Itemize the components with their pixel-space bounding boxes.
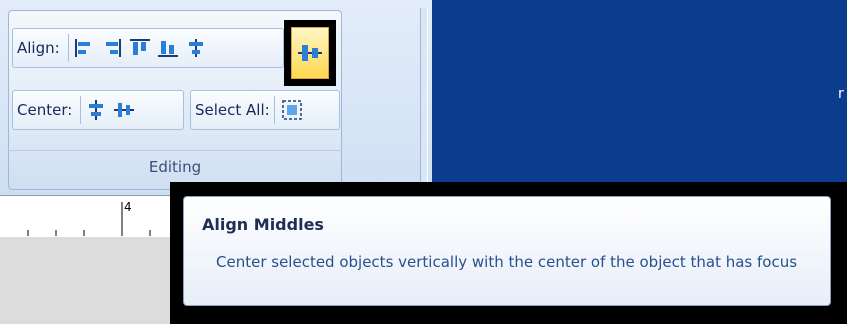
align-middles-icon: [298, 45, 322, 61]
center-vertically-icon: [114, 103, 135, 117]
align-centers-icon: [188, 39, 203, 57]
tooltip-description: Center selected objects vertically with …: [216, 253, 798, 271]
align-bottoms-button[interactable]: [155, 34, 181, 62]
select-all-label: Select All:: [195, 101, 270, 119]
group-separator: [8, 150, 342, 151]
select-all-icon: [281, 100, 302, 120]
align-centers-button[interactable]: [183, 34, 209, 62]
center-vertically-button[interactable]: [111, 96, 137, 124]
ruler-mark: 4: [124, 200, 132, 214]
tooltip: Align Middles Center selected objects ve…: [183, 196, 831, 306]
select-all-button[interactable]: [279, 96, 305, 124]
separator: [273, 96, 275, 124]
select-all-group: Select All:: [190, 90, 340, 130]
edge-text: r: [838, 86, 844, 102]
align-group: Align:: [12, 28, 284, 68]
align-tops-button[interactable]: [127, 34, 153, 62]
align-rights-button[interactable]: [99, 34, 125, 62]
separator: [80, 96, 82, 124]
separator: [67, 34, 69, 62]
center-horizontally-button[interactable]: [83, 96, 109, 124]
align-rights-icon: [105, 39, 121, 57]
align-bottoms-icon: [157, 41, 178, 57]
ribbon-divider: [420, 8, 428, 198]
editing-group-title: Editing: [148, 158, 202, 176]
align-lefts-icon: [74, 39, 90, 57]
center-horizontally-icon: [89, 100, 104, 120]
align-lefts-button[interactable]: [71, 34, 97, 62]
center-group: Center:: [12, 90, 184, 130]
document-area: [432, 0, 847, 195]
align-tops-icon: [129, 39, 150, 55]
align-label: Align:: [17, 39, 60, 57]
tooltip-title: Align Middles: [202, 215, 324, 234]
align-middles-button[interactable]: [291, 27, 329, 79]
center-label: Center:: [17, 101, 73, 119]
